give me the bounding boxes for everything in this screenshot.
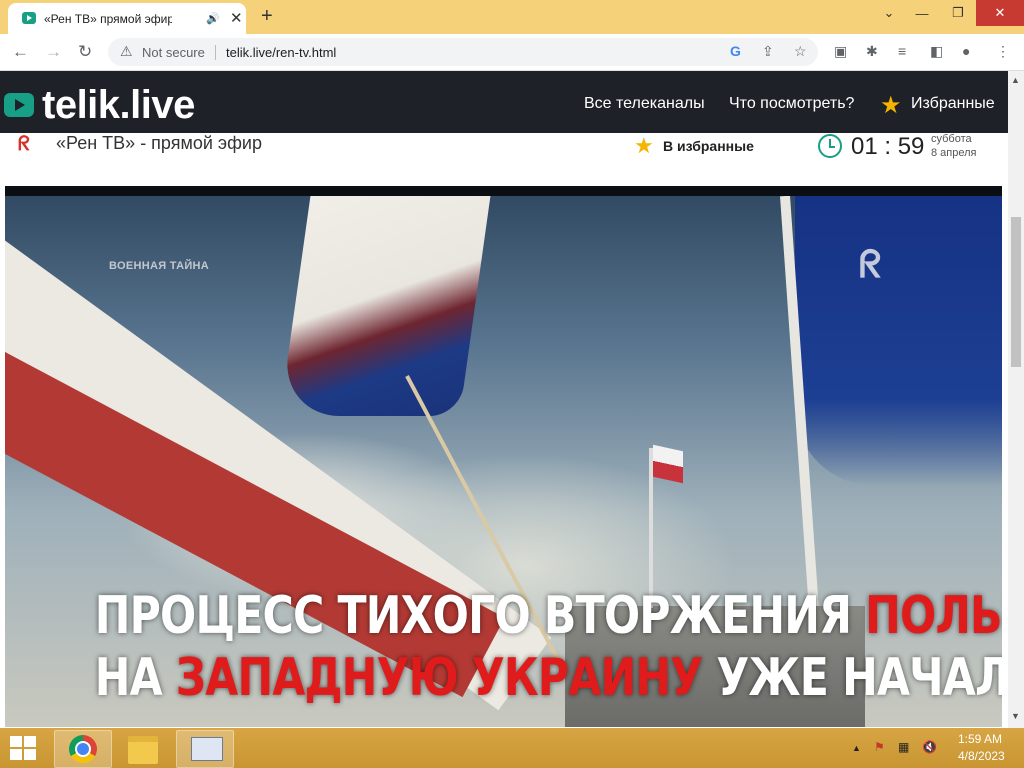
subtitle-line-1: ПРОЦЕСС ТИХОГО ВТОРЖЕНИЯ ПОЛЬШИ bbox=[94, 586, 1002, 646]
nav-favorites[interactable]: Избранные bbox=[911, 95, 995, 113]
video-scene-flag bbox=[653, 444, 683, 484]
subtitle-text-red: ПОЛЬШИ bbox=[865, 586, 1002, 646]
tab-search-button[interactable]: ⌄ bbox=[874, 0, 904, 26]
speaker-icon[interactable]: 🔊 bbox=[206, 12, 220, 25]
scroll-up-icon[interactable]: ▲ bbox=[1011, 75, 1020, 85]
browser-tab[interactable]: «Рен ТВ» прямой эфир - см 🔊 ✕ bbox=[8, 3, 246, 34]
clock-icon bbox=[818, 134, 842, 158]
show-hidden-icons[interactable]: ▲ bbox=[852, 743, 861, 753]
subtitle-text-red: ЗАПАДНУЮ УКРАИНУ bbox=[175, 648, 703, 708]
forward-icon[interactable]: → bbox=[45, 42, 62, 62]
folder-icon bbox=[128, 736, 158, 764]
video-scene-flag bbox=[795, 196, 1002, 486]
video-letterbox bbox=[5, 186, 1002, 196]
extension-icon[interactable]: ▣ bbox=[834, 43, 847, 60]
start-button[interactable] bbox=[10, 736, 38, 762]
window-controls: ⌄ — ❐ ✕ bbox=[874, 0, 1024, 26]
site-logo[interactable]: telik.live bbox=[42, 83, 195, 128]
new-tab-button[interactable]: + bbox=[261, 5, 273, 28]
restore-button[interactable]: ❐ bbox=[940, 0, 976, 26]
video-scene-flag bbox=[279, 196, 491, 416]
close-tab-icon[interactable]: ✕ bbox=[230, 9, 243, 27]
back-icon[interactable]: ← bbox=[12, 42, 29, 62]
scroll-down-icon[interactable]: ▼ bbox=[1011, 711, 1020, 721]
menu-icon[interactable]: ⋮ bbox=[996, 43, 1010, 60]
taskbar-file-explorer[interactable] bbox=[114, 730, 170, 766]
channel-title: «Рен ТВ» - прямой эфир bbox=[56, 133, 262, 153]
channel-info-row: ᖇ «Рен ТВ» - прямой эфир ★ В избранные 0… bbox=[0, 133, 1008, 183]
tab-favicon-icon bbox=[22, 12, 36, 24]
taskbar-chrome[interactable] bbox=[54, 730, 112, 768]
subtitle-text: УЖЕ НАЧАЛСЯ bbox=[716, 648, 1002, 708]
volume-muted-icon[interactable]: 🔇 bbox=[922, 740, 937, 754]
url-text[interactable]: telik.live/ren-tv.html bbox=[226, 45, 336, 60]
nav-what-to-watch[interactable]: Что посмотреть? bbox=[729, 95, 854, 113]
tv-play-icon[interactable] bbox=[4, 93, 34, 117]
page-scrollbar[interactable]: ▲ ▼ bbox=[1008, 71, 1024, 728]
subtitle-text: ПРОЦЕСС ТИХОГО ВТОРЖЕНИЯ bbox=[94, 586, 866, 646]
share-icon[interactable]: ⇪ bbox=[762, 43, 774, 60]
tab-title: «Рен ТВ» прямой эфир - см bbox=[44, 12, 172, 26]
taskbar: ▲ ⚑ ▦ 🔇 1:59 AM 4/8/2023 bbox=[0, 728, 1024, 768]
media-control-icon[interactable]: ≡ bbox=[898, 43, 906, 59]
star-icon[interactable]: ★ bbox=[634, 133, 654, 159]
weekday: суббота bbox=[931, 133, 972, 145]
side-panel-icon[interactable]: ◧ bbox=[930, 43, 943, 60]
site-header: telik.live Все телеканалы Что посмотреть… bbox=[0, 71, 1008, 133]
network-icon[interactable]: ▦ bbox=[898, 740, 909, 754]
nav-all-channels[interactable]: Все телеканалы bbox=[584, 95, 705, 113]
reload-icon[interactable]: ↻ bbox=[78, 42, 92, 62]
star-icon[interactable]: ★ bbox=[880, 91, 902, 120]
date: 8 апреля bbox=[931, 147, 977, 159]
taskbar-date[interactable]: 4/8/2023 bbox=[958, 749, 1005, 763]
browser-titlebar: «Рен ТВ» прямой эфир - см 🔊 ✕ + ⌄ — ❐ ✕ bbox=[0, 0, 1024, 34]
minimize-button[interactable]: — bbox=[904, 0, 940, 26]
video-player[interactable]: ВОЕННАЯ ТАЙНА ᖇ ПРОЦЕСС ТИХОГО ВТОРЖЕНИЯ… bbox=[5, 186, 1002, 727]
divider bbox=[215, 45, 216, 60]
add-to-favorites-button[interactable]: В избранные bbox=[663, 138, 754, 154]
subtitle-line-2: НА ЗАПАДНУЮ УКРАИНУ УЖЕ НАЧАЛСЯ! bbox=[94, 648, 1002, 708]
current-time: 01 : 59 bbox=[851, 133, 925, 160]
warning-icon[interactable]: ⚠ bbox=[120, 43, 133, 60]
browser-toolbar: ← → ↻ ⚠ Not secure telik.live/ren-tv.htm… bbox=[0, 34, 1024, 71]
subtitle-text: НА bbox=[94, 648, 176, 708]
close-window-button[interactable]: ✕ bbox=[976, 0, 1024, 26]
chrome-icon bbox=[69, 735, 97, 763]
security-label[interactable]: Not secure bbox=[142, 45, 205, 60]
google-translate-icon[interactable]: G bbox=[730, 43, 741, 59]
taskbar-on-screen-keyboard[interactable] bbox=[176, 730, 234, 768]
keyboard-icon bbox=[191, 737, 223, 761]
scroll-thumb[interactable] bbox=[1011, 217, 1021, 367]
bookmark-star-icon[interactable]: ☆ bbox=[794, 43, 807, 60]
program-watermark: ВОЕННАЯ ТАЙНА bbox=[109, 260, 210, 272]
action-center-flag-icon[interactable]: ⚑ bbox=[874, 740, 885, 754]
ren-tv-logo-icon: ᖇ bbox=[18, 133, 30, 155]
puzzle-icon[interactable]: ✱ bbox=[866, 43, 878, 60]
profile-icon[interactable]: ● bbox=[962, 43, 970, 59]
address-bar[interactable]: ⚠ Not secure telik.live/ren-tv.html G ⇪ … bbox=[108, 38, 818, 66]
channel-watermark-icon: ᖇ bbox=[859, 244, 882, 286]
taskbar-time[interactable]: 1:59 AM bbox=[958, 732, 1002, 746]
